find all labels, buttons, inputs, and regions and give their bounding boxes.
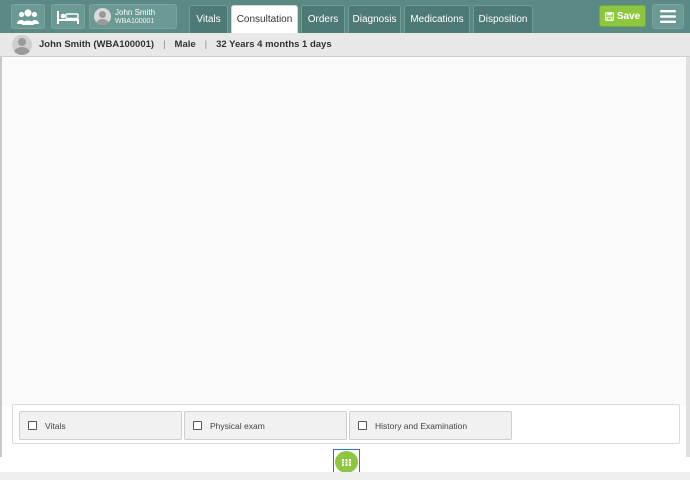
consultation-content-area [0,57,690,407]
patients-button[interactable] [11,4,45,29]
save-button[interactable]: Save [599,5,646,27]
section-vitals-button[interactable]: Vitals [19,411,182,440]
avatar [94,8,111,25]
tab-orders[interactable]: Orders [301,5,345,33]
section-history-examination-button[interactable]: History and Examination [349,411,512,440]
top-navigation-bar: John Smith WBA100001 Vitals Consultation… [0,0,690,33]
tab-vitals[interactable]: Vitals [189,5,228,33]
save-button-label: Save [616,10,641,22]
users-icon [17,8,39,25]
patient-chip[interactable]: John Smith WBA100001 [89,4,177,29]
tab-disposition[interactable]: Disposition [473,5,533,33]
beds-button[interactable] [51,4,85,29]
patient-name-id: John Smith (WBA100001) [39,39,155,50]
section-selector-panel: Vitals Physical exam History and Examina… [12,404,680,444]
right-border [686,57,690,457]
section-physical-exam-checkbox[interactable] [193,421,202,430]
tab-consultation[interactable]: Consultation [231,5,298,33]
left-border [0,57,2,457]
section-history-examination-checkbox[interactable] [358,421,367,430]
section-label: Vitals [45,420,66,431]
separator: | [163,39,166,50]
bed-icon [57,10,79,24]
section-vitals-checkbox[interactable] [28,421,37,430]
footer-strip [0,472,690,480]
hamburger-icon [660,10,676,23]
chip-patient-id: WBA100001 [115,17,155,25]
section-label: History and Examination [375,420,468,431]
floppy-disk-icon [604,11,614,21]
grid-icon [342,458,351,466]
tab-medications[interactable]: Medications [404,5,470,33]
patient-age: 32 Years 4 months 1 days [216,39,332,50]
section-label: Physical exam [210,420,265,431]
tab-diagnosis[interactable]: Diagnosis [348,5,401,33]
patient-gender: Male [174,39,196,50]
separator: | [204,39,208,50]
toggle-sections-button[interactable] [335,451,358,473]
avatar [12,34,32,55]
section-physical-exam-button[interactable]: Physical exam [184,411,347,440]
chip-patient-name: John Smith [115,7,156,17]
menu-button[interactable] [652,4,684,29]
patient-header: John Smith (WBA100001) | Male | 32 Years… [0,33,690,57]
